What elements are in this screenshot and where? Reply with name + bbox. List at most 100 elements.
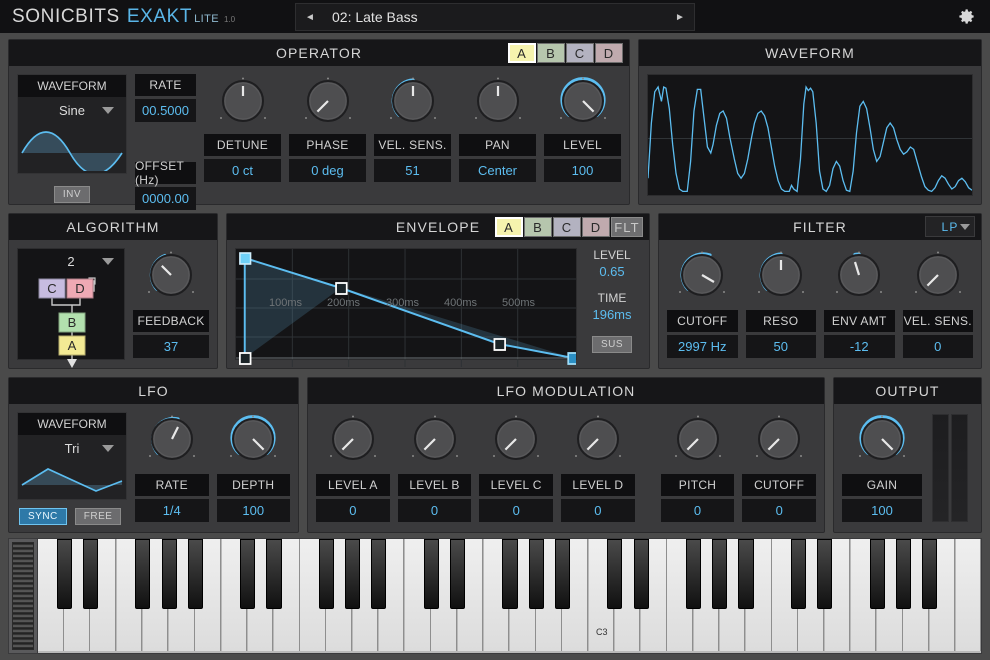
piano-black-key[interactable] — [188, 539, 203, 609]
vel-sens-value[interactable]: 51 — [374, 159, 451, 182]
operator-rate-value[interactable]: 00.5000 — [135, 99, 196, 122]
lfomod-cutoff-value[interactable]: 0 — [742, 499, 816, 522]
piano-black-key[interactable] — [345, 539, 360, 609]
piano-black-key[interactable] — [791, 539, 806, 609]
piano-black-key[interactable] — [555, 539, 570, 609]
filter-vel-sens-value[interactable]: 0 — [903, 335, 974, 358]
piano-black-key[interactable] — [319, 539, 334, 609]
envelope-sus-button[interactable]: SUS — [592, 336, 632, 353]
lfomod-level-b-value[interactable]: 0 — [398, 499, 472, 522]
lfomod-level-d-value[interactable]: 0 — [561, 499, 635, 522]
lfomod-level-c-knob[interactable] — [488, 412, 544, 466]
piano-white-key[interactable] — [956, 539, 982, 651]
lfomod-level-a-knob[interactable] — [325, 412, 381, 466]
lfomod-pitch-value[interactable]: 0 — [661, 499, 735, 522]
lfo-waveform-selector[interactable]: WAVEFORM Tri — [17, 412, 127, 500]
phase-value[interactable]: 0 deg — [289, 159, 366, 182]
level-value[interactable]: 100 — [544, 159, 621, 182]
piano-black-key[interactable] — [57, 539, 72, 609]
lfomod-pitch-knob[interactable] — [670, 412, 726, 466]
filter-type-selector[interactable]: LP — [925, 216, 975, 237]
output-gain-value[interactable]: 100 — [842, 499, 922, 522]
lfo-depth-value[interactable]: 100 — [217, 499, 291, 522]
algorithm-number[interactable]: 2 — [67, 254, 74, 269]
envelope-tab-flt[interactable]: FLT — [611, 217, 643, 237]
operator-tab-c[interactable]: C — [566, 43, 594, 63]
piano-black-key[interactable] — [896, 539, 911, 609]
piano-black-key[interactable] — [686, 539, 701, 609]
piano-black-key[interactable] — [712, 539, 727, 609]
lfo-waveform-value[interactable]: Tri — [18, 435, 126, 461]
lfomod-cutoff-knob[interactable] — [751, 412, 807, 466]
algorithm-display[interactable]: 2 — [17, 248, 125, 360]
envelope-tab-b[interactable]: B — [524, 217, 552, 237]
envelope-tab-d[interactable]: D — [582, 217, 610, 237]
piano-black-key[interactable] — [922, 539, 937, 609]
piano-black-key[interactable] — [634, 539, 649, 609]
gear-icon[interactable] — [957, 7, 976, 26]
detune-value[interactable]: 0 ct — [204, 159, 281, 182]
lfo-chevron-down-icon[interactable] — [102, 445, 114, 452]
envelope-time-value[interactable]: 196ms — [583, 307, 641, 322]
reso-knob[interactable] — [753, 248, 809, 302]
piano-black-key[interactable] — [424, 539, 439, 609]
phase-knob[interactable] — [300, 74, 356, 128]
lfo-free-button[interactable]: FREE — [75, 508, 122, 525]
piano-black-key[interactable] — [870, 539, 885, 609]
detune-knob[interactable] — [215, 74, 271, 128]
lfo-sync-button[interactable]: SYNC — [19, 508, 67, 525]
waveform-display[interactable] — [647, 74, 973, 196]
piano-black-key[interactable] — [83, 539, 98, 609]
lfomod-level-a-value[interactable]: 0 — [316, 499, 390, 522]
lfo-rate-value[interactable]: 1/4 — [135, 499, 209, 522]
vel-sens-knob[interactable] — [385, 74, 441, 128]
cutoff-knob[interactable] — [674, 248, 730, 302]
feedback-knob[interactable] — [143, 248, 199, 302]
operator-tab-b[interactable]: B — [537, 43, 565, 63]
envelope-tab-a[interactable]: A — [495, 217, 523, 237]
envelope-editor[interactable]: 100ms 200ms 300ms 400ms 500ms — [235, 248, 577, 360]
piano-black-key[interactable] — [135, 539, 150, 609]
preset-name[interactable]: 02: Late Bass — [324, 9, 666, 25]
piano-black-key[interactable] — [529, 539, 544, 609]
lfo-depth-knob[interactable] — [225, 412, 281, 466]
reso-value[interactable]: 50 — [746, 335, 817, 358]
envelope-level-value[interactable]: 0.65 — [583, 264, 641, 279]
filter-chevron-down-icon[interactable] — [960, 224, 970, 230]
piano-black-key[interactable] — [371, 539, 386, 609]
preset-selector[interactable]: ◄ 02: Late Bass ► — [295, 3, 695, 31]
operator-tab-a[interactable]: A — [508, 43, 536, 63]
piano-black-key[interactable] — [162, 539, 177, 609]
env-amt-knob[interactable] — [831, 248, 887, 302]
lfomod-level-b-knob[interactable] — [407, 412, 463, 466]
lfomod-level-d-knob[interactable] — [570, 412, 626, 466]
feedback-value[interactable]: 37 — [133, 335, 209, 358]
chevron-down-icon[interactable] — [102, 107, 114, 114]
piano-keyboard[interactable]: C3 — [37, 539, 981, 653]
piano-black-key[interactable] — [240, 539, 255, 609]
piano-black-key[interactable] — [607, 539, 622, 609]
output-gain-knob[interactable] — [854, 412, 910, 466]
pitch-bend-wheel[interactable] — [12, 542, 34, 650]
filter-vel-sens-knob[interactable] — [910, 248, 966, 302]
piano-black-key[interactable] — [817, 539, 832, 609]
piano-black-key[interactable] — [266, 539, 281, 609]
env-amt-value[interactable]: -12 — [824, 335, 895, 358]
operator-offset-value[interactable]: 0000.00 — [135, 187, 196, 210]
piano-black-key[interactable] — [450, 539, 465, 609]
piano-black-key[interactable] — [738, 539, 753, 609]
algorithm-chevron-down-icon[interactable] — [102, 258, 114, 265]
operator-waveform-selector[interactable]: WAVEFORM Sine — [17, 74, 127, 174]
operator-inv-button[interactable]: INV — [54, 186, 90, 203]
envelope-tab-c[interactable]: C — [553, 217, 581, 237]
operator-tab-d[interactable]: D — [595, 43, 623, 63]
preset-prev-button[interactable]: ◄ — [296, 12, 324, 23]
pan-value[interactable]: Center — [459, 159, 536, 182]
preset-next-button[interactable]: ► — [666, 12, 694, 23]
lfo-rate-knob[interactable] — [144, 412, 200, 466]
pan-knob[interactable] — [470, 74, 526, 128]
operator-waveform-value[interactable]: Sine — [18, 97, 126, 123]
cutoff-value[interactable]: 2997 Hz — [667, 335, 738, 358]
piano-black-key[interactable] — [502, 539, 517, 609]
level-knob[interactable] — [555, 74, 611, 128]
